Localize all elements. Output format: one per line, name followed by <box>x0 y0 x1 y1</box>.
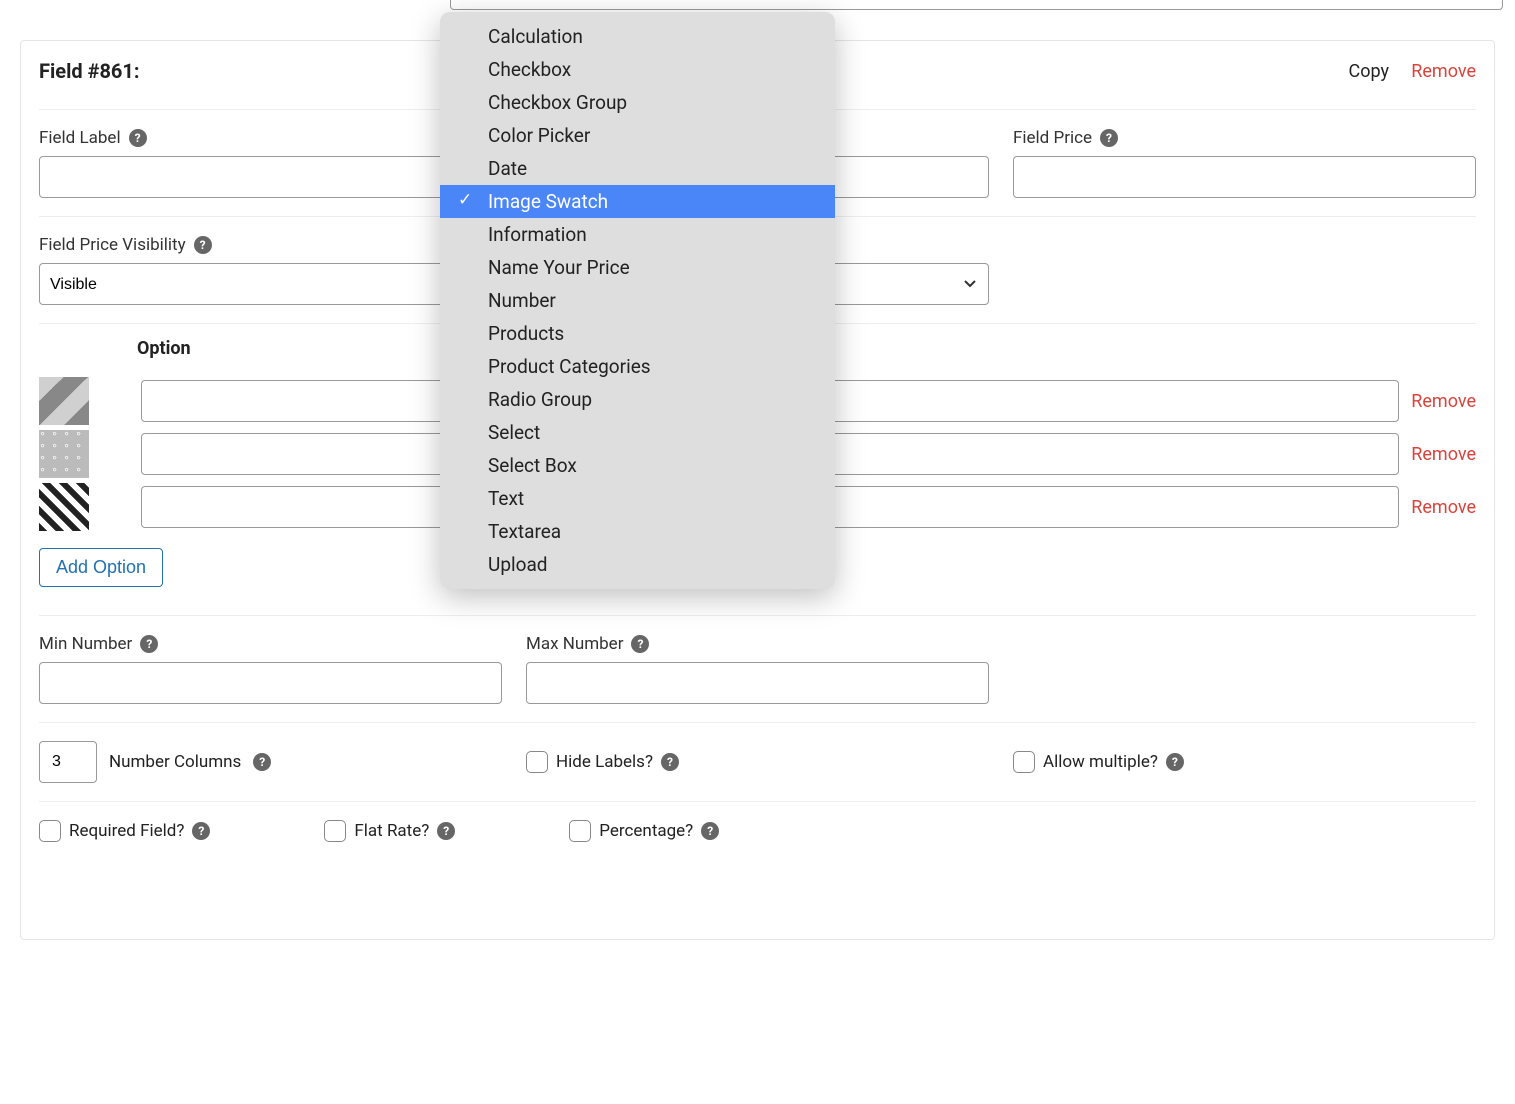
field-label-label: Field Label <box>39 128 121 148</box>
option-heading: Option <box>137 338 191 377</box>
option-remove-button[interactable]: Remove <box>1411 444 1476 465</box>
dropdown-option[interactable]: Number <box>440 284 835 317</box>
percentage-group: Percentage? ? <box>569 820 719 842</box>
header-actions: Copy Remove <box>1331 61 1476 82</box>
hide-labels-label: Hide Labels? <box>556 752 653 772</box>
hide-labels-checkbox[interactable] <box>526 751 548 773</box>
help-icon[interactable]: ? <box>1166 753 1184 771</box>
number-columns-input[interactable] <box>39 741 97 783</box>
visibility-col: Field Price Visibility ? Visible <box>39 235 502 305</box>
row-min-max: Min Number ? Max Number ? <box>39 616 1476 723</box>
option-remove-button[interactable]: Remove <box>1411 391 1476 412</box>
field-title: Field #861: <box>39 59 140 83</box>
row-flags: Required Field? ? Flat Rate? ? Percentag… <box>39 802 1476 860</box>
help-icon[interactable]: ? <box>701 822 719 840</box>
remove-button[interactable]: Remove <box>1411 61 1476 82</box>
dropdown-option[interactable]: Image Swatch <box>440 185 835 218</box>
dropdown-option[interactable]: Checkbox <box>440 53 835 86</box>
help-icon[interactable]: ? <box>140 635 158 653</box>
help-icon[interactable]: ? <box>194 236 212 254</box>
number-columns-label: Number Columns <box>109 752 241 772</box>
number-columns-group: Number Columns ? <box>39 741 502 783</box>
option-thumbnail[interactable] <box>39 377 89 425</box>
dropdown-option[interactable]: Textarea <box>440 515 835 548</box>
dropdown-option[interactable]: Information <box>440 218 835 251</box>
dropdown-option[interactable]: Checkbox Group <box>440 86 835 119</box>
visibility-empty-col <box>1013 235 1476 305</box>
min-number-input[interactable] <box>39 662 502 704</box>
field-label-input[interactable] <box>39 156 502 198</box>
flat-rate-group: Flat Rate? ? <box>324 820 455 842</box>
dropdown-option[interactable]: Color Picker <box>440 119 835 152</box>
help-icon[interactable]: ? <box>631 635 649 653</box>
option-thumbnail[interactable] <box>39 430 89 478</box>
option-remove-button[interactable]: Remove <box>1411 497 1476 518</box>
min-number-label: Min Number <box>39 634 132 654</box>
help-icon[interactable]: ? <box>437 822 455 840</box>
partial-previous-input <box>450 0 1503 10</box>
required-group: Required Field? ? <box>39 820 210 842</box>
dropdown-option[interactable]: Name Your Price <box>440 251 835 284</box>
dropdown-option[interactable]: Text <box>440 482 835 515</box>
dropdown-option[interactable]: Product Categories <box>440 350 835 383</box>
visibility-label: Field Price Visibility <box>39 235 186 255</box>
allow-multiple-checkbox[interactable] <box>1013 751 1035 773</box>
field-label-col: Field Label ? <box>39 128 502 198</box>
help-icon[interactable]: ? <box>253 753 271 771</box>
flat-rate-label: Flat Rate? <box>354 821 429 841</box>
add-option-button[interactable]: Add Option <box>39 548 163 587</box>
dropdown-option[interactable]: Select <box>440 416 835 449</box>
field-price-input[interactable] <box>1013 156 1476 198</box>
help-icon[interactable]: ? <box>129 129 147 147</box>
visibility-select[interactable]: Visible <box>39 263 502 305</box>
option-thumbnail[interactable] <box>39 483 89 531</box>
max-number-label: Max Number <box>526 634 623 654</box>
copy-button[interactable]: Copy <box>1349 61 1390 82</box>
hide-labels-group: Hide Labels? ? <box>526 741 989 783</box>
field-price-col: Field Price ? <box>1013 128 1476 198</box>
dropdown-option[interactable]: Upload <box>440 548 835 581</box>
min-number-col: Min Number ? <box>39 634 502 704</box>
max-number-input[interactable] <box>526 662 989 704</box>
row-number-columns: Number Columns ? Hide Labels? ? Allow mu… <box>39 723 1476 802</box>
required-checkbox[interactable] <box>39 820 61 842</box>
dropdown-option[interactable]: Date <box>440 152 835 185</box>
dropdown-option[interactable]: Radio Group <box>440 383 835 416</box>
percentage-checkbox[interactable] <box>569 820 591 842</box>
percentage-label: Percentage? <box>599 821 693 841</box>
flat-rate-checkbox[interactable] <box>324 820 346 842</box>
max-number-col: Max Number ? <box>526 634 989 704</box>
dropdown-option[interactable]: Calculation <box>440 20 835 53</box>
dropdown-option[interactable]: Select Box <box>440 449 835 482</box>
dropdown-option[interactable]: Products <box>440 317 835 350</box>
help-icon[interactable]: ? <box>1100 129 1118 147</box>
field-type-dropdown: CalculationCheckboxCheckbox GroupColor P… <box>440 12 835 589</box>
help-icon[interactable]: ? <box>661 753 679 771</box>
allow-multiple-label: Allow multiple? <box>1043 752 1158 772</box>
help-icon[interactable]: ? <box>192 822 210 840</box>
allow-multiple-group: Allow multiple? ? <box>1013 741 1476 783</box>
required-label: Required Field? <box>69 821 184 841</box>
field-price-label: Field Price <box>1013 128 1092 148</box>
